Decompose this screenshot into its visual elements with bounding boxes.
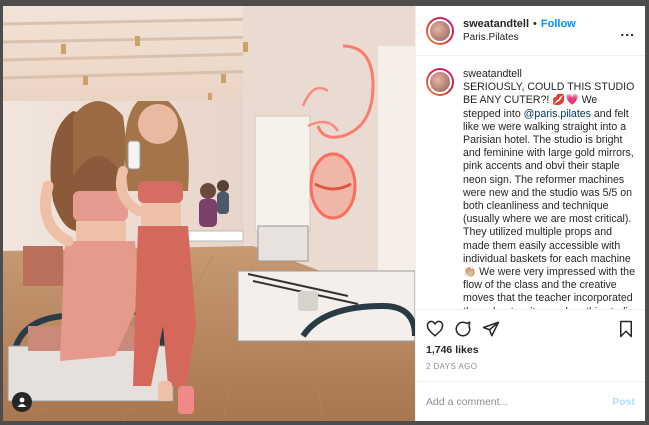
comment-icon[interactable] xyxy=(454,320,472,338)
bookmark-icon[interactable] xyxy=(617,320,635,338)
post-header: sweatandtell • Follow Paris.Pilates ... xyxy=(416,6,645,56)
post-sidebar: sweatandtell • Follow Paris.Pilates ... … xyxy=(415,6,645,421)
comment-form: Post xyxy=(416,381,645,421)
window-frame: sweatandtell • Follow Paris.Pilates ... … xyxy=(0,0,649,425)
separator-dot: • xyxy=(533,17,537,30)
heart-icon[interactable] xyxy=(426,320,444,338)
share-icon[interactable] xyxy=(482,320,500,338)
location-link[interactable]: Paris.Pilates xyxy=(463,31,620,44)
post-timestamp[interactable]: 2 DAYS AGO xyxy=(426,362,635,371)
post-photo[interactable] xyxy=(3,6,415,421)
post-comment-button[interactable]: Post xyxy=(612,396,635,408)
user-tag-icon[interactable] xyxy=(12,392,32,412)
more-icon[interactable]: ... xyxy=(620,23,635,39)
username-link[interactable]: sweatandtell xyxy=(463,18,529,31)
caption-text-2: and felt like we were walking straight i… xyxy=(463,107,635,309)
caption-username[interactable]: sweatandtell xyxy=(463,68,635,81)
likes-count[interactable]: 1,746 likes xyxy=(426,344,635,356)
post-card: sweatandtell • Follow Paris.Pilates ... … xyxy=(3,6,645,421)
studio-photo-illustration xyxy=(3,6,415,421)
caption-section: sweatandtell SERIOUSLY, COULD THIS STUDIO… xyxy=(416,56,645,309)
post-caption: sweatandtell SERIOUSLY, COULD THIS STUDIO… xyxy=(463,68,635,309)
comment-input[interactable] xyxy=(426,395,613,408)
caption-mention-link[interactable]: @paris.pilates xyxy=(524,108,591,120)
follow-button[interactable]: Follow xyxy=(541,18,576,31)
avatar[interactable] xyxy=(426,16,454,45)
caption-avatar[interactable] xyxy=(426,68,454,96)
action-bar: 1,746 likes 2 DAYS AGO xyxy=(416,309,645,381)
